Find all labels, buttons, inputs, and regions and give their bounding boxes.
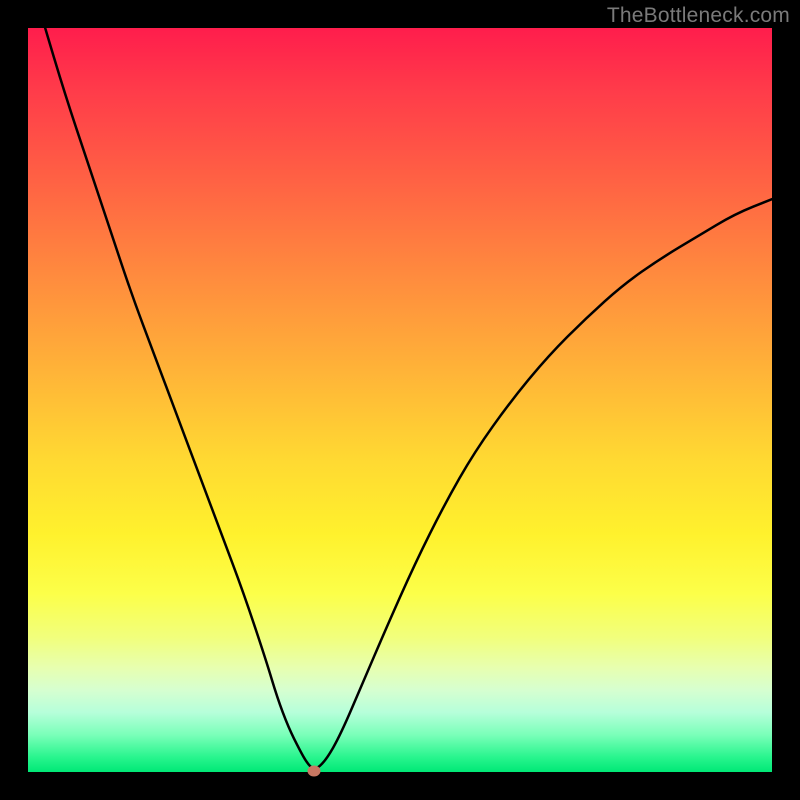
minimum-marker	[308, 765, 321, 776]
chart-frame: TheBottleneck.com	[0, 0, 800, 800]
plot-area	[28, 28, 772, 772]
bottleneck-curve	[28, 28, 772, 772]
watermark-label: TheBottleneck.com	[607, 4, 790, 28]
